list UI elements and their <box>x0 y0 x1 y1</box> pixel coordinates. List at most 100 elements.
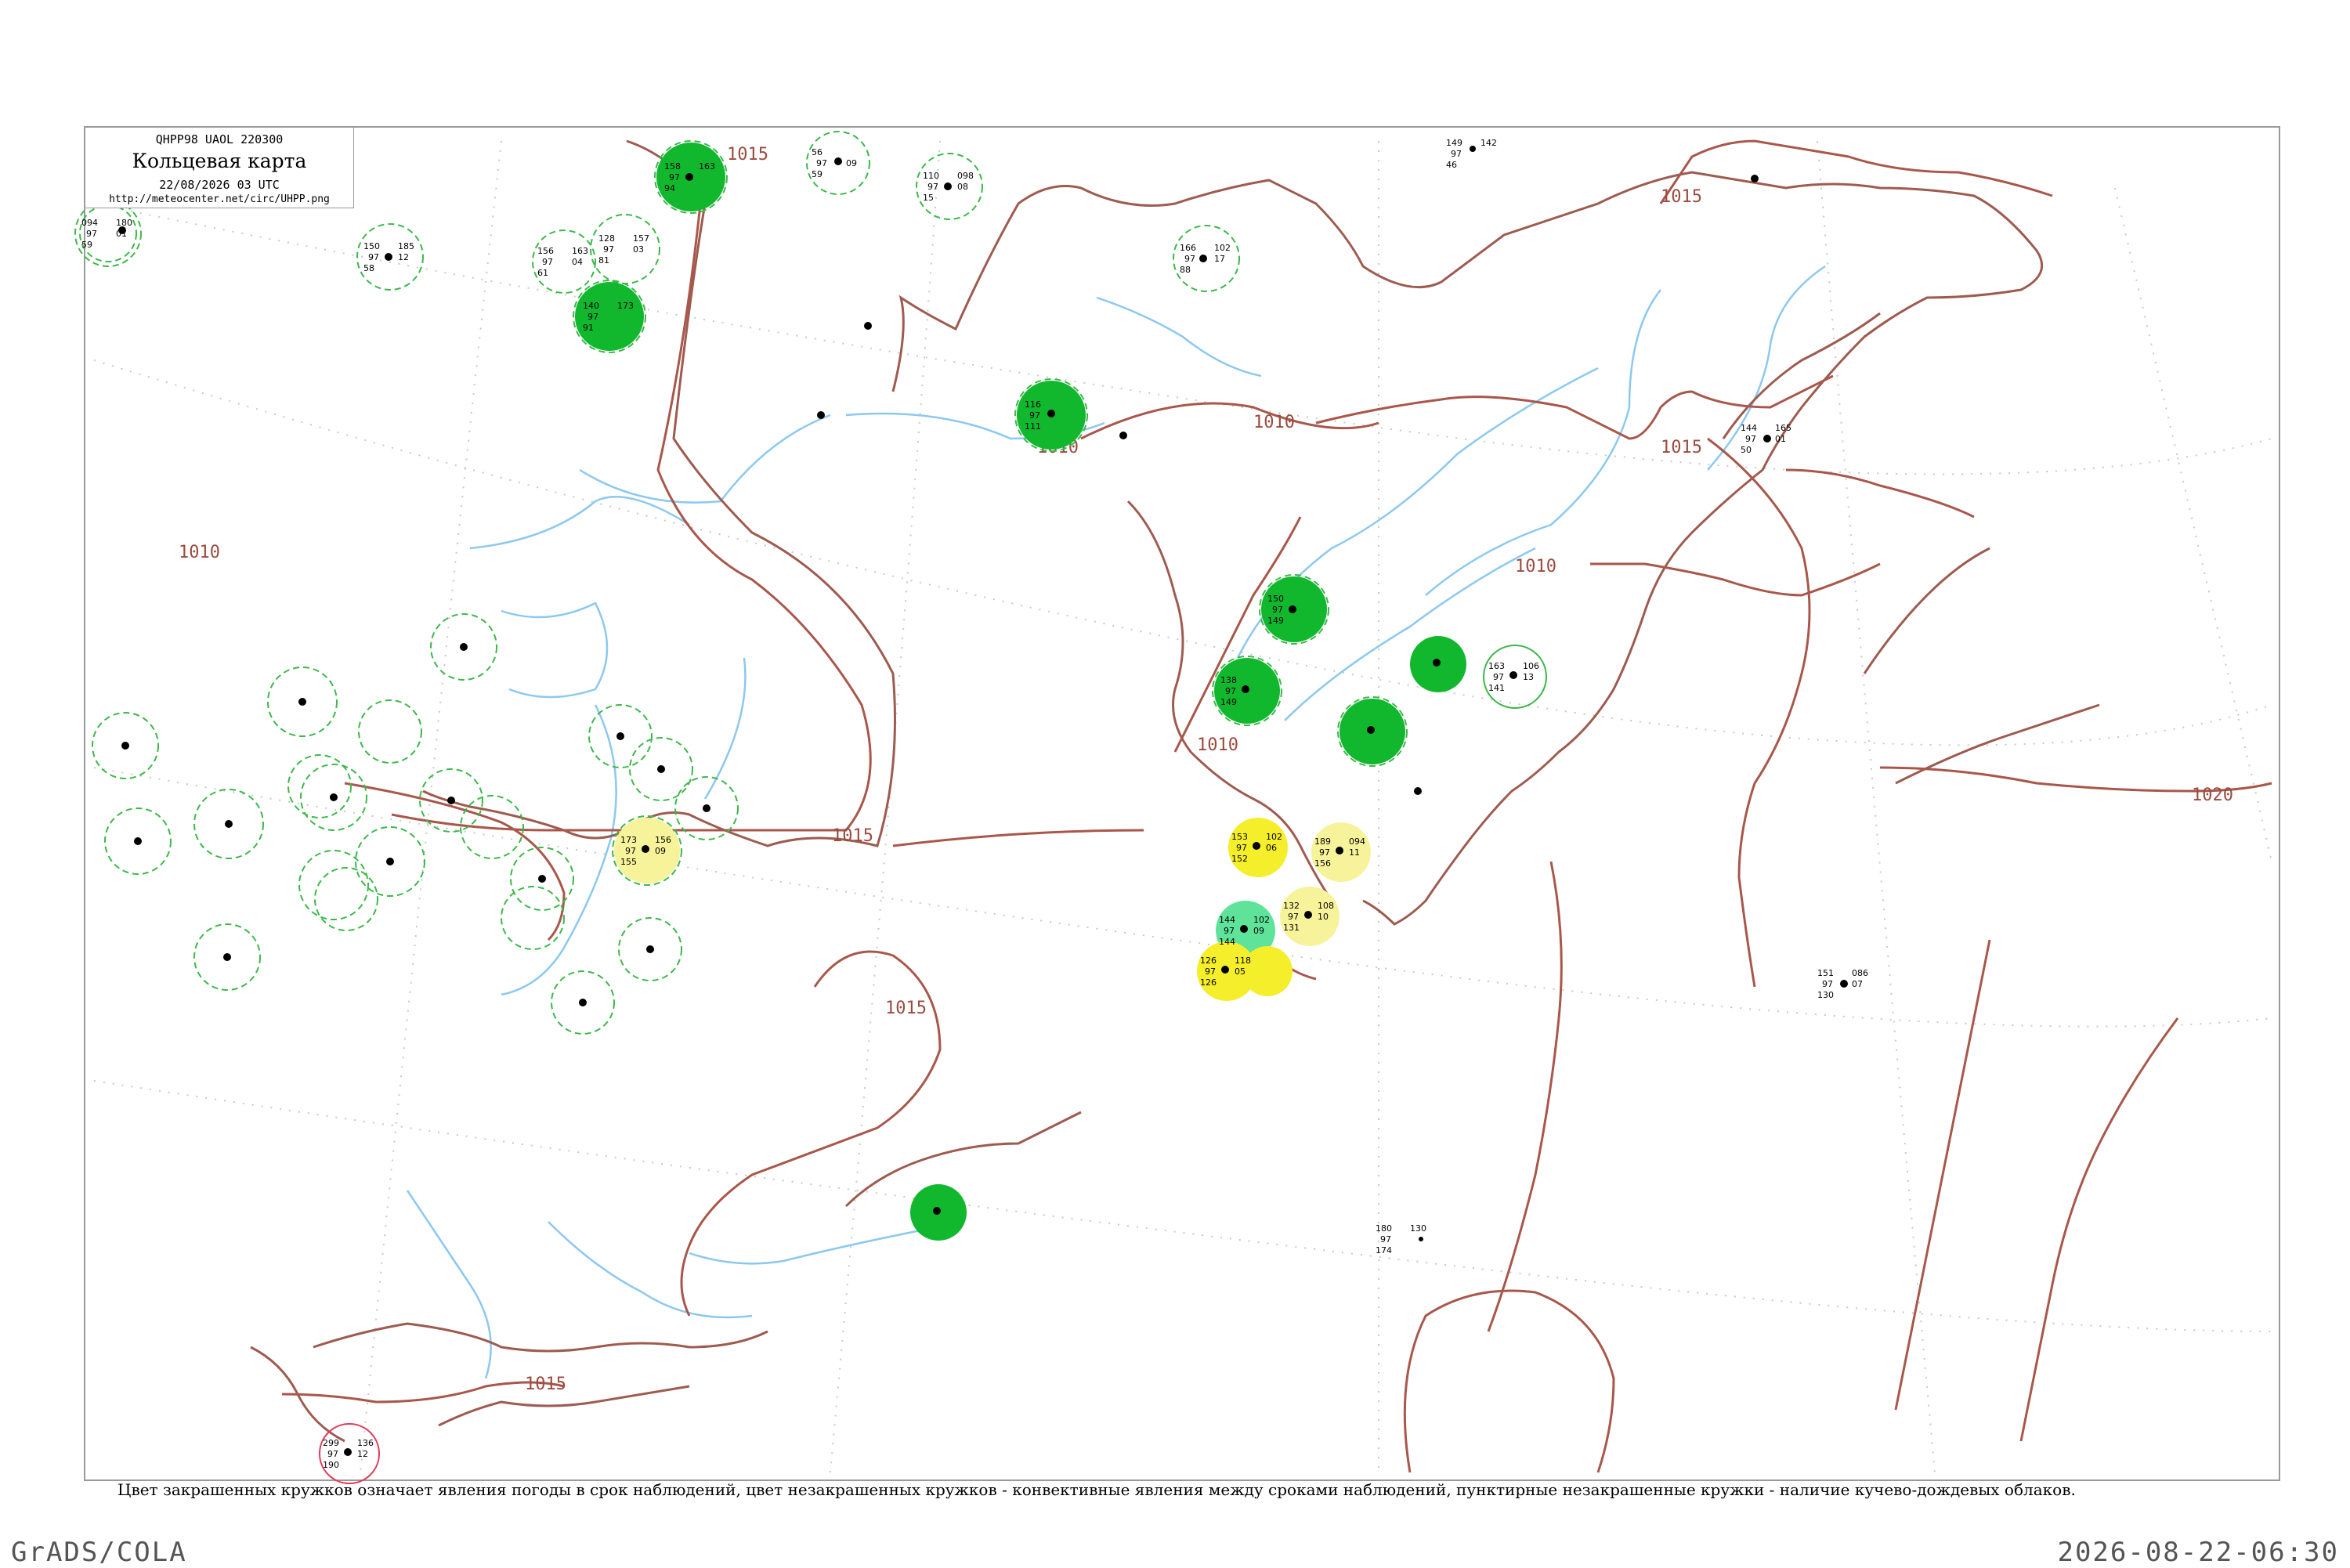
station-pressure: 116 <box>1025 399 1041 410</box>
station-p2: 102 <box>1214 243 1231 253</box>
station-tend: 07 <box>1852 979 1863 989</box>
station-temp: 97 <box>1272 605 1283 615</box>
isobar-label: 1015 <box>1661 438 1702 457</box>
station-p2: 185 <box>398 241 414 251</box>
station-temp: 97 <box>1319 847 1330 858</box>
station-pressure: 156 <box>537 246 554 256</box>
station-p2: 086 <box>1852 968 1868 978</box>
station-p2: 118 <box>1235 956 1251 966</box>
station-temp: 97 <box>1205 966 1216 977</box>
synoptic-ring-map: 1015 1010 1015 1010 1010 1015 1015 1015 … <box>74 126 2280 1484</box>
station-tend: 10 <box>1318 912 1329 922</box>
station-tend: 09 <box>655 846 666 856</box>
station-dew: 58 <box>363 263 374 273</box>
station-temp: 97 <box>1224 926 1235 936</box>
station-pressure: 150 <box>363 241 380 251</box>
station-temp: 97 <box>588 312 598 322</box>
station-pressure: 128 <box>598 233 615 244</box>
station-p2: 108 <box>1318 901 1334 911</box>
station-temp: 97 <box>1380 1234 1391 1245</box>
station-tend: 08 <box>957 182 968 192</box>
station-temp: 97 <box>927 182 938 192</box>
footer-timestamp: 2026-08-22-06:30 <box>2057 1537 2339 1568</box>
station-tend: 04 <box>572 257 583 267</box>
station-dew: 50 <box>1741 445 1752 455</box>
station-dew: 131 <box>1283 923 1300 933</box>
station-tend: 11 <box>1349 847 1360 858</box>
map-source-url[interactable]: http://meteocenter.net/circ/UHPP.png <box>85 193 353 205</box>
station-temp: 97 <box>1822 979 1833 989</box>
station-tend: 09 <box>846 158 857 168</box>
station-temp: 97 <box>368 252 379 262</box>
station-dew: 61 <box>537 268 548 278</box>
station-dew: 126 <box>1200 977 1217 988</box>
station-p2: 156 <box>655 835 671 845</box>
station-p2: 142 <box>1480 138 1497 148</box>
station-tend: 05 <box>1235 966 1246 977</box>
isobar-label: 1015 <box>885 999 927 1018</box>
station-pressure: 138 <box>1220 675 1237 685</box>
station-pressure: 110 <box>923 171 939 181</box>
station-p2: 098 <box>957 171 974 181</box>
station-pressure: 151 <box>1817 968 1834 978</box>
station-dew: 149 <box>1220 697 1237 707</box>
station-p2: 163 <box>572 246 588 256</box>
station-dew: 81 <box>598 255 609 266</box>
station-pressure: 140 <box>583 301 599 311</box>
station-dew: 15 <box>923 193 934 203</box>
station-p2: 180 <box>116 218 132 228</box>
station-temp: 97 <box>603 244 614 255</box>
station-p2: 163 <box>699 161 715 172</box>
station-tend: 12 <box>357 1449 368 1459</box>
station-temp: 97 <box>542 257 553 267</box>
map-legend-box: QHPP98 UAOL 220300 Кольцевая карта 22/08… <box>85 127 354 208</box>
map-frame <box>84 126 2280 1481</box>
station-dew: 94 <box>664 183 675 193</box>
station-p2: 136 <box>357 1438 374 1448</box>
station-temp: 97 <box>1451 149 1462 159</box>
map-date: 22/08/2026 03 UTC <box>159 178 280 192</box>
station-dew: 59 <box>812 169 822 179</box>
station-pressure: 094 <box>81 218 98 228</box>
station-dew: 152 <box>1231 854 1248 864</box>
station-p2: 102 <box>1266 832 1282 842</box>
footer-software: GrADS/COLA <box>11 1537 187 1568</box>
station-dew: 141 <box>1488 683 1505 693</box>
map-title: Кольцевая карта <box>132 150 307 172</box>
bulletin-code: QHPP98 UAOL 220300 <box>155 132 284 146</box>
station-tend: 09 <box>1253 926 1264 936</box>
isobar-label: 1010 <box>1253 413 1295 432</box>
station-temp: 97 <box>1493 672 1504 682</box>
isobar-label: 1015 <box>727 145 768 164</box>
station-temp: 97 <box>1288 912 1299 922</box>
station-drizzle-marker[interactable] <box>1242 946 1292 996</box>
station-dew: 91 <box>583 323 594 333</box>
station-pressure: 180 <box>1376 1223 1392 1234</box>
station-pressure: 189 <box>1314 836 1331 847</box>
station-pressure: 144 <box>1741 423 1757 433</box>
station-temp: 97 <box>669 172 680 182</box>
station-pressure: 153 <box>1231 832 1248 842</box>
station-dew: 156 <box>1314 858 1331 869</box>
isobar-label: 1015 <box>525 1375 566 1394</box>
station-tend: 13 <box>1523 672 1534 682</box>
isobar-label: 1020 <box>2192 786 2233 805</box>
station-p2: 165 <box>1775 423 1791 433</box>
station-dew: 155 <box>620 857 637 867</box>
station-dew: 46 <box>1446 160 1457 170</box>
station-pressure: 166 <box>1180 243 1196 253</box>
station-temp: 97 <box>816 158 827 168</box>
station-dew: 174 <box>1376 1245 1392 1255</box>
station-p2: 094 <box>1349 836 1365 847</box>
station-temp: 97 <box>1225 686 1236 696</box>
station-pressure: 299 <box>323 1438 339 1448</box>
station-pressure: 173 <box>620 835 637 845</box>
station-pressure: 144 <box>1219 915 1235 925</box>
station-p2: 173 <box>617 301 634 311</box>
station-pressure: 158 <box>664 161 681 172</box>
station-tend: 01 <box>1775 434 1786 444</box>
station-dew: 144 <box>1219 937 1235 947</box>
station-pressure: 149 <box>1446 138 1462 148</box>
station-pressure: 132 <box>1283 901 1300 911</box>
station-p2: 102 <box>1253 915 1270 925</box>
